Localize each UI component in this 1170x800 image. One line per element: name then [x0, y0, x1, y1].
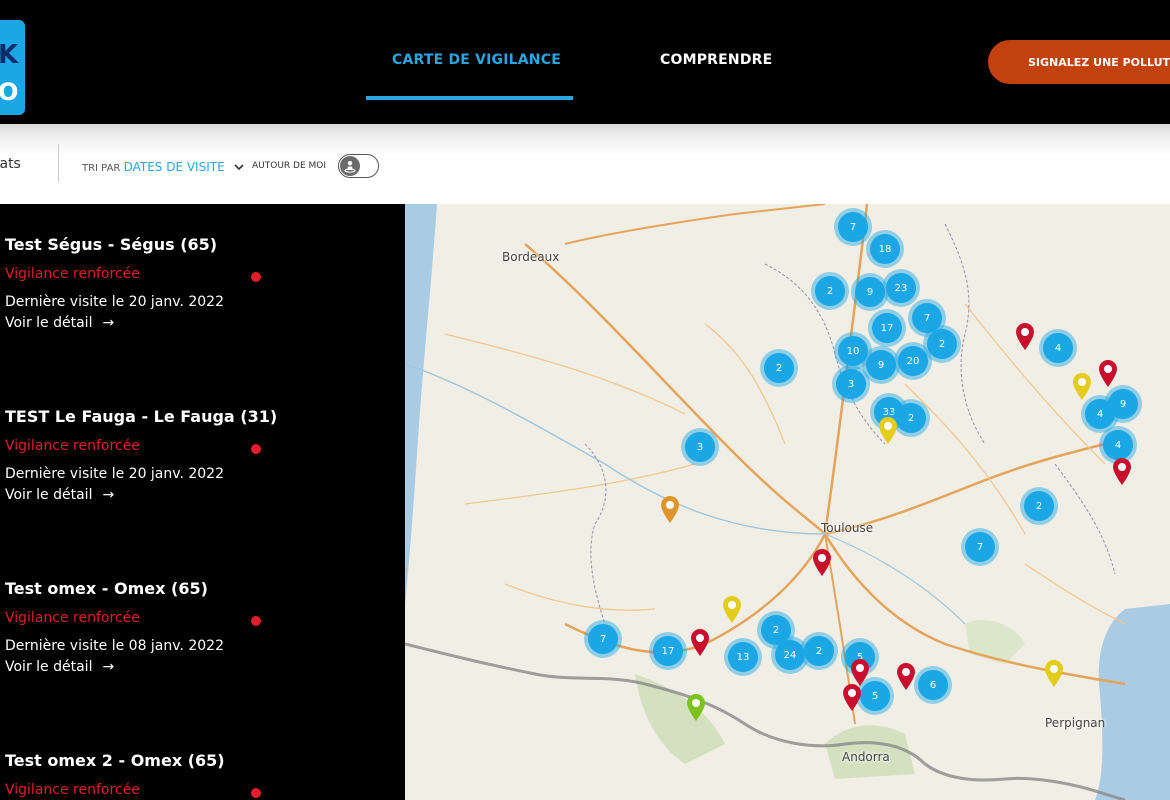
site-title: Test omex - Omex (65) [5, 579, 208, 598]
map-pin-red[interactable] [1014, 321, 1036, 351]
map-pin-yellow[interactable] [877, 415, 899, 445]
city-label-perpignan: Perpignan [1045, 716, 1106, 730]
map-cluster[interactable]: 2 [764, 353, 794, 383]
filter-bar: tats TRI PAR DATES DE VISITE AUTOUR DE M… [0, 124, 1170, 204]
site-last-visit: Dernière visite le 20 janv. 2022 [5, 294, 224, 310]
map-pin-yellow[interactable] [1071, 371, 1093, 401]
logo-letter-bottom: O [0, 78, 19, 106]
map-cluster[interactable]: 2 [896, 403, 926, 433]
logo-letter-top: K [0, 40, 19, 70]
active-tab-underline [366, 96, 573, 100]
map-pin-red[interactable] [811, 547, 833, 577]
site-status: Vigilance renforcée [5, 438, 140, 454]
site-title: Test omex 2 - Omex (65) [5, 751, 225, 770]
map-cluster[interactable]: 2 [1024, 491, 1054, 521]
sort-dropdown[interactable]: TRI PAR DATES DE VISITE [82, 160, 244, 174]
site-status: Vigilance renforcée [5, 266, 140, 282]
vigilance-map[interactable]: Bordeaux Toulouse Perpignan Andorra 7 18… [405, 204, 1170, 800]
near-me-label: AUTOUR DE MOI [252, 161, 327, 171]
tab-carte-de-vigilance[interactable]: CARTE DE VIGILANCE [392, 52, 561, 68]
map-pin-orange[interactable] [659, 494, 681, 524]
map-cluster[interactable]: 9 [866, 350, 896, 380]
map-cluster[interactable]: 2 [927, 329, 957, 359]
list-item[interactable]: Test omex - Omex (65) Vigilance renforcé… [5, 548, 400, 675]
filter-divider [58, 144, 59, 182]
map-pin-red[interactable] [689, 627, 711, 657]
sort-value: DATES DE VISITE [123, 160, 225, 174]
arrow-right-icon: → [102, 315, 115, 331]
map-pin-red[interactable] [895, 661, 917, 691]
list-item[interactable]: Test Ségus - Ségus (65) Vigilance renfor… [5, 204, 400, 331]
map-cluster[interactable]: 7 [965, 532, 995, 562]
results-label: tats [0, 156, 21, 172]
arrow-right-icon: → [102, 487, 115, 503]
site-list[interactable]: Test Ségus - Ségus (65) Vigilance renfor… [0, 204, 405, 800]
map-base [405, 204, 1170, 800]
map-cluster[interactable]: 4 [1043, 333, 1073, 363]
map-cluster[interactable]: 2 [815, 276, 845, 306]
arrow-right-icon: → [102, 659, 115, 675]
map-pin-red[interactable] [841, 682, 863, 712]
status-dot [251, 444, 261, 454]
list-item[interactable]: TEST Le Fauga - Le Fauga (31) Vigilance … [5, 376, 400, 503]
view-detail-link[interactable]: Voir le détail → [5, 659, 114, 675]
map-cluster[interactable]: 9 [1108, 389, 1138, 419]
sort-prefix: TRI PAR [82, 163, 121, 174]
map-cluster[interactable]: 18 [870, 234, 900, 264]
view-detail-link[interactable]: Voir le détail → [5, 315, 114, 331]
tab-comprendre[interactable]: COMPRENDRE [660, 52, 772, 68]
site-last-visit: Dernière visite le 08 janv. 2022 [5, 638, 224, 654]
site-status: Vigilance renforcée [5, 610, 140, 626]
location-person-icon [340, 156, 360, 176]
map-pin-yellow[interactable] [721, 594, 743, 624]
near-me-toggle[interactable] [338, 154, 379, 178]
map-cluster[interactable]: 9 [855, 277, 885, 307]
map-cluster[interactable]: 2 [761, 615, 791, 645]
map-cluster[interactable]: 7 [588, 624, 618, 654]
map-cluster[interactable]: 17 [872, 313, 902, 343]
status-dot [251, 272, 261, 282]
report-pollution-button[interactable]: SIGNALEZ UNE POLLUTION [988, 40, 1170, 84]
site-logo[interactable]: K O [0, 20, 25, 115]
city-label-toulouse: Toulouse [821, 521, 874, 535]
map-cluster[interactable]: 2 [804, 636, 834, 666]
map-cluster[interactable]: 13 [728, 642, 758, 672]
site-last-visit: Dernière visite le 20 janv. 2022 [5, 466, 224, 482]
city-label-andorra: Andorra [842, 750, 890, 764]
map-cluster[interactable]: 6 [918, 670, 948, 700]
map-pin-red[interactable] [1111, 456, 1133, 486]
view-detail-link[interactable]: Voir le détail → [5, 487, 114, 503]
site-title: Test Ségus - Ségus (65) [5, 235, 218, 254]
map-cluster[interactable]: 17 [653, 636, 683, 666]
site-title: TEST Le Fauga - Le Fauga (31) [5, 407, 278, 426]
map-cluster[interactable]: 23 [886, 273, 916, 303]
map-cluster[interactable]: 10 [838, 336, 868, 366]
chevron-down-icon [234, 163, 244, 174]
top-header: K O CARTE DE VIGILANCE COMPRENDRE SIGNAL… [0, 0, 1170, 124]
map-pin-red[interactable] [1097, 358, 1119, 388]
map-cluster[interactable]: 7 [838, 212, 868, 242]
list-item[interactable]: Test omex 2 - Omex (65) Vigilance renfor… [5, 720, 400, 800]
map-cluster[interactable]: 3 [685, 432, 715, 462]
site-status: Vigilance renforcée [5, 782, 140, 798]
status-dot [251, 616, 261, 626]
map-cluster[interactable]: 20 [898, 346, 928, 376]
city-label-bordeaux: Bordeaux [502, 250, 560, 264]
map-pin-green[interactable] [685, 692, 707, 722]
map-pin-yellow[interactable] [1043, 658, 1065, 688]
map-cluster[interactable]: 3 [836, 369, 866, 399]
status-dot [251, 788, 261, 798]
